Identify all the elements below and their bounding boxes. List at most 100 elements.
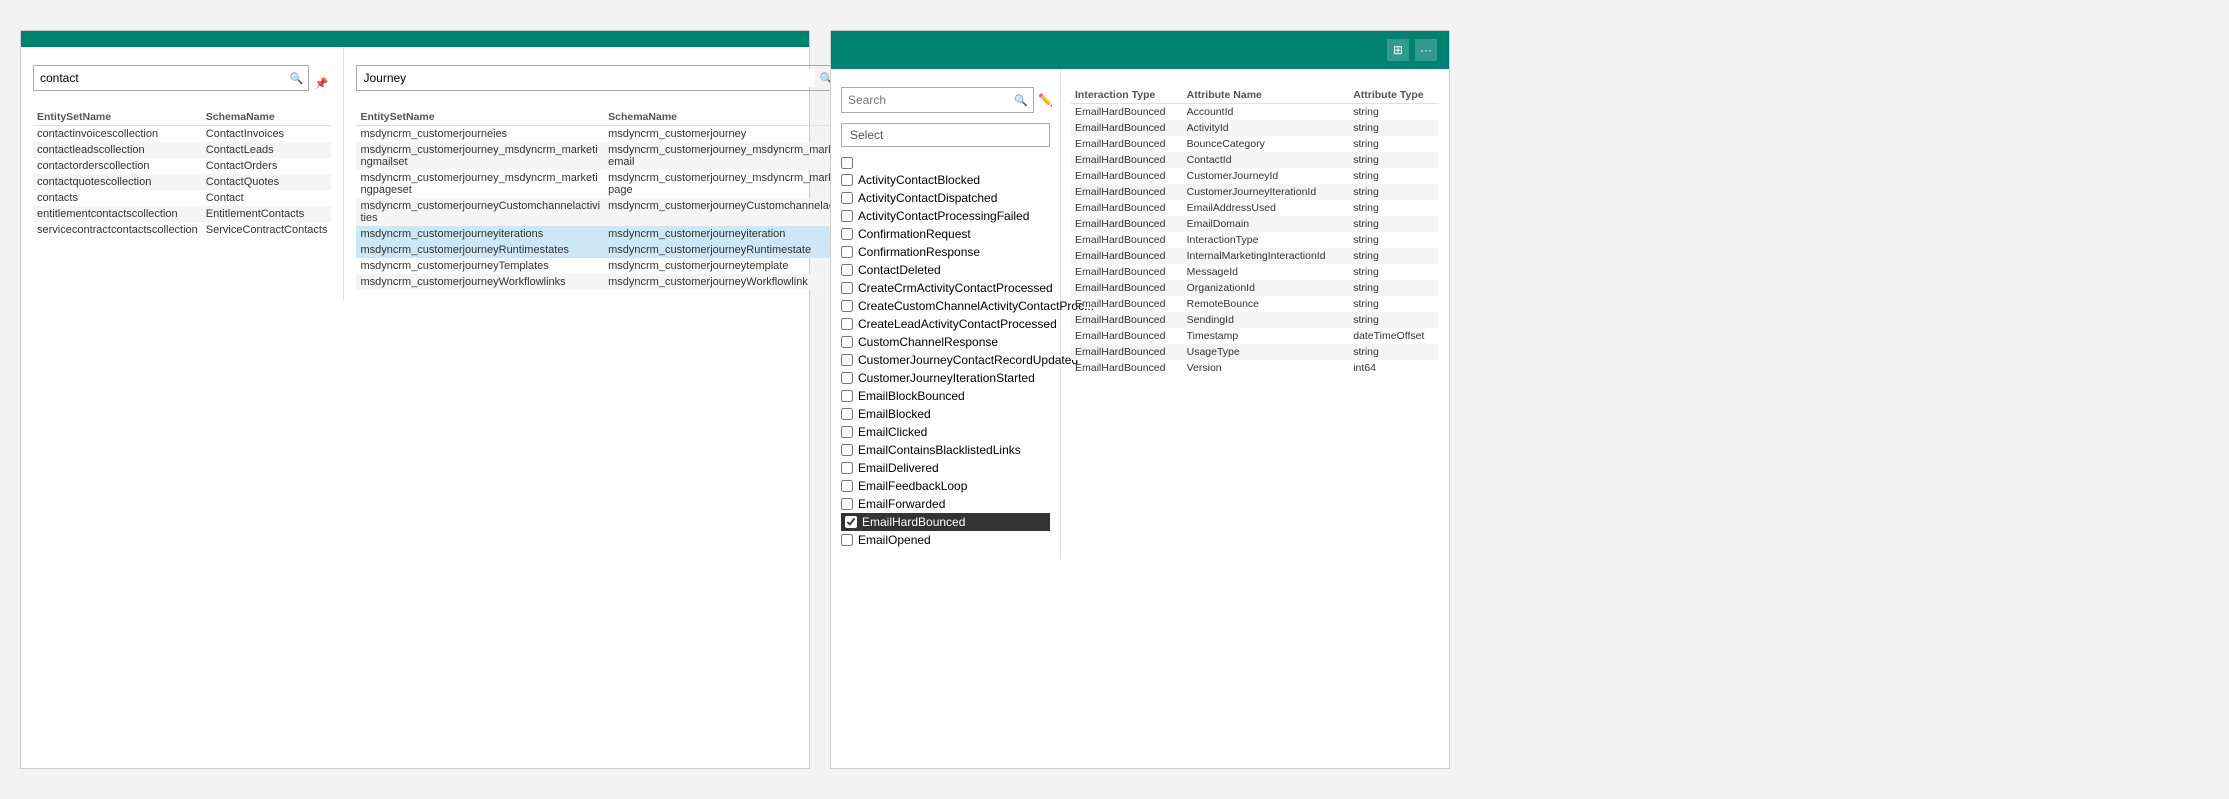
schema-name-cell: msdyncrm_customerjourneyWorkflowlink (604, 274, 861, 290)
interaction-checkbox[interactable] (841, 462, 853, 474)
table-row[interactable]: msdyncrm_customerjourneyCustomchannelact… (356, 198, 861, 226)
schema-name-cell: msdyncrm_customerjourney_msdyncrm_market… (604, 142, 861, 170)
table-row[interactable]: contactorderscollection ContactOrders (33, 158, 331, 174)
interaction-search-button[interactable]: 🔍 (1009, 88, 1033, 112)
table-row[interactable]: contacts Contact (33, 190, 331, 206)
attr-type-cell: string (1349, 168, 1439, 184)
table-row[interactable]: msdyncrm_customerjourney_msdyncrm_market… (356, 170, 861, 198)
cdm-standard-search-input[interactable] (34, 69, 284, 87)
attr-interaction-type-cell: EmailHardBounced (1071, 312, 1183, 328)
table-row[interactable]: contactinvoicescollection ContactInvoice… (33, 126, 331, 143)
table-row: EmailHardBounced Version int64 (1071, 360, 1439, 376)
schema-name-cell: msdyncrm_customerjourney_msdyncrm_market… (604, 170, 861, 198)
list-item[interactable]: CreateLeadActivityContactProcessed (841, 315, 1050, 333)
interaction-checkbox[interactable] (841, 210, 853, 222)
interaction-checkbox[interactable] (841, 498, 853, 510)
table-row[interactable]: msdyncrm_customerjourneies msdyncrm_cust… (356, 126, 861, 143)
list-item[interactable]: CustomerJourneyContactRecordUpdated (841, 351, 1050, 369)
table-row[interactable]: servicecontractcontactscollection Servic… (33, 222, 331, 238)
interaction-checkbox[interactable] (841, 390, 853, 402)
attr-interaction-type-cell: EmailHardBounced (1071, 296, 1183, 312)
list-item[interactable]: CreateCustomChannelActivityContactProc..… (841, 297, 1050, 315)
table-row[interactable]: msdyncrm_customerjourneyiterations msdyn… (356, 226, 861, 242)
list-item[interactable]: EmailClicked (841, 423, 1050, 441)
list-item[interactable]: EmailOpened (841, 531, 1050, 549)
attr-type-cell: string (1349, 184, 1439, 200)
list-item[interactable]: ActivityContactProcessingFailed (841, 207, 1050, 225)
attr-name-cell: SendingId (1183, 312, 1350, 328)
interaction-checkbox[interactable] (841, 372, 853, 384)
list-item[interactable]: ActivityContactDispatched (841, 189, 1050, 207)
select-all-row[interactable] (841, 155, 1050, 171)
interaction-checkbox[interactable] (841, 354, 853, 366)
list-item[interactable]: EmailHardBounced (841, 513, 1050, 531)
interaction-type-select[interactable]: Select (841, 123, 1050, 147)
list-item[interactable]: ConfirmationRequest (841, 225, 1050, 243)
cdm-custom-table-body: msdyncrm_customerjourneies msdyncrm_cust… (356, 126, 861, 291)
list-item[interactable]: EmailBlocked (841, 405, 1050, 423)
interaction-checkbox[interactable] (841, 534, 853, 546)
table-row[interactable]: msdyncrm_customerjourney_msdyncrm_market… (356, 142, 861, 170)
table-row: EmailHardBounced UsageType string (1071, 344, 1439, 360)
interaction-checkbox[interactable] (841, 192, 853, 204)
attr-col-interaction-type: Interaction Type (1071, 87, 1183, 104)
table-row[interactable]: contactleadscollection ContactLeads (33, 142, 331, 158)
interaction-checkbox[interactable] (841, 318, 853, 330)
interaction-label: ConfirmationRequest (858, 227, 971, 241)
attr-interaction-type-cell: EmailHardBounced (1071, 232, 1183, 248)
table-row[interactable]: contactquotescollection ContactQuotes (33, 174, 331, 190)
interaction-checkbox[interactable] (841, 282, 853, 294)
interactions-column: 🔍 ✏️ Select ActivityContactBlocked Activ… (831, 69, 1061, 559)
attr-name-cell: CustomerJourneyIterationId (1183, 184, 1350, 200)
attr-interaction-type-cell: EmailHardBounced (1071, 248, 1183, 264)
list-item[interactable]: EmailFeedbackLoop (841, 477, 1050, 495)
attr-type-cell: string (1349, 200, 1439, 216)
pencil-icon[interactable]: ✏️ (1038, 93, 1053, 107)
interaction-more-icon-button[interactable]: ··· (1415, 39, 1437, 61)
interaction-search-box: 🔍 (841, 87, 1034, 113)
table-row[interactable]: msdyncrm_customerjourneyWorkflowlinks ms… (356, 274, 861, 290)
interaction-checkbox[interactable] (841, 264, 853, 276)
interaction-search-input[interactable] (842, 91, 1009, 109)
attr-name-cell: InteractionType (1183, 232, 1350, 248)
list-item[interactable]: EmailForwarded (841, 495, 1050, 513)
list-item[interactable]: CustomChannelResponse (841, 333, 1050, 351)
list-item[interactable]: CustomerJourneyIterationStarted (841, 369, 1050, 387)
schema-name-cell: msdyncrm_customerjourney (604, 126, 861, 143)
cdm-standard-pin-icon[interactable]: 📌 (311, 71, 331, 95)
select-all-checkbox[interactable] (841, 157, 853, 169)
interaction-checkbox[interactable] (841, 228, 853, 240)
list-item[interactable]: EmailDelivered (841, 459, 1050, 477)
attributes-table: Interaction Type Attribute Name Attribut… (1071, 87, 1439, 376)
table-row[interactable]: msdyncrm_customerjourneyTemplates msdync… (356, 258, 861, 274)
cdm-standard-table-body: contactinvoicescollection ContactInvoice… (33, 126, 331, 239)
interaction-checkbox[interactable] (841, 174, 853, 186)
attr-type-cell: string (1349, 296, 1439, 312)
list-item[interactable]: ConfirmationResponse (841, 243, 1050, 261)
interaction-grid-icon-button[interactable]: ⊞ (1387, 39, 1409, 61)
entity-name-cell: msdyncrm_customerjourneyCustomchannelact… (356, 198, 604, 226)
table-row: EmailHardBounced InteractionType string (1071, 232, 1439, 248)
cdm-standard-search-button[interactable]: 🔍 (284, 66, 308, 90)
interaction-label: CustomerJourneyContactRecordUpdated (858, 353, 1078, 367)
list-item[interactable]: EmailBlockBounced (841, 387, 1050, 405)
list-item[interactable]: CreateCrmActivityContactProcessed (841, 279, 1050, 297)
list-item[interactable]: EmailContainsBlacklistedLinks (841, 441, 1050, 459)
table-row: EmailHardBounced RemoteBounce string (1071, 296, 1439, 312)
entity-name-cell: msdyncrm_customerjourneyiterations (356, 226, 604, 242)
interaction-checkbox[interactable] (841, 480, 853, 492)
cdm-custom-search-input[interactable] (357, 69, 814, 87)
interaction-checkbox[interactable] (841, 246, 853, 258)
table-row[interactable]: msdyncrm_customerjourneyRuntimestates ms… (356, 242, 861, 258)
interaction-checkbox[interactable] (841, 336, 853, 348)
list-item[interactable]: ContactDeleted (841, 261, 1050, 279)
interaction-checkbox[interactable] (841, 300, 853, 312)
interaction-checkbox[interactable] (841, 408, 853, 420)
cdm-custom-profiles-section: 🔍 📌 EntitySetName SchemaName msdyncrm_cu… (344, 47, 873, 300)
interaction-checkbox[interactable] (841, 426, 853, 438)
list-item[interactable]: ActivityContactBlocked (841, 171, 1050, 189)
interaction-checkbox[interactable] (845, 516, 857, 528)
attr-interaction-type-cell: EmailHardBounced (1071, 152, 1183, 168)
table-row[interactable]: entitlementcontactscollection Entitlemen… (33, 206, 331, 222)
interaction-checkbox[interactable] (841, 444, 853, 456)
